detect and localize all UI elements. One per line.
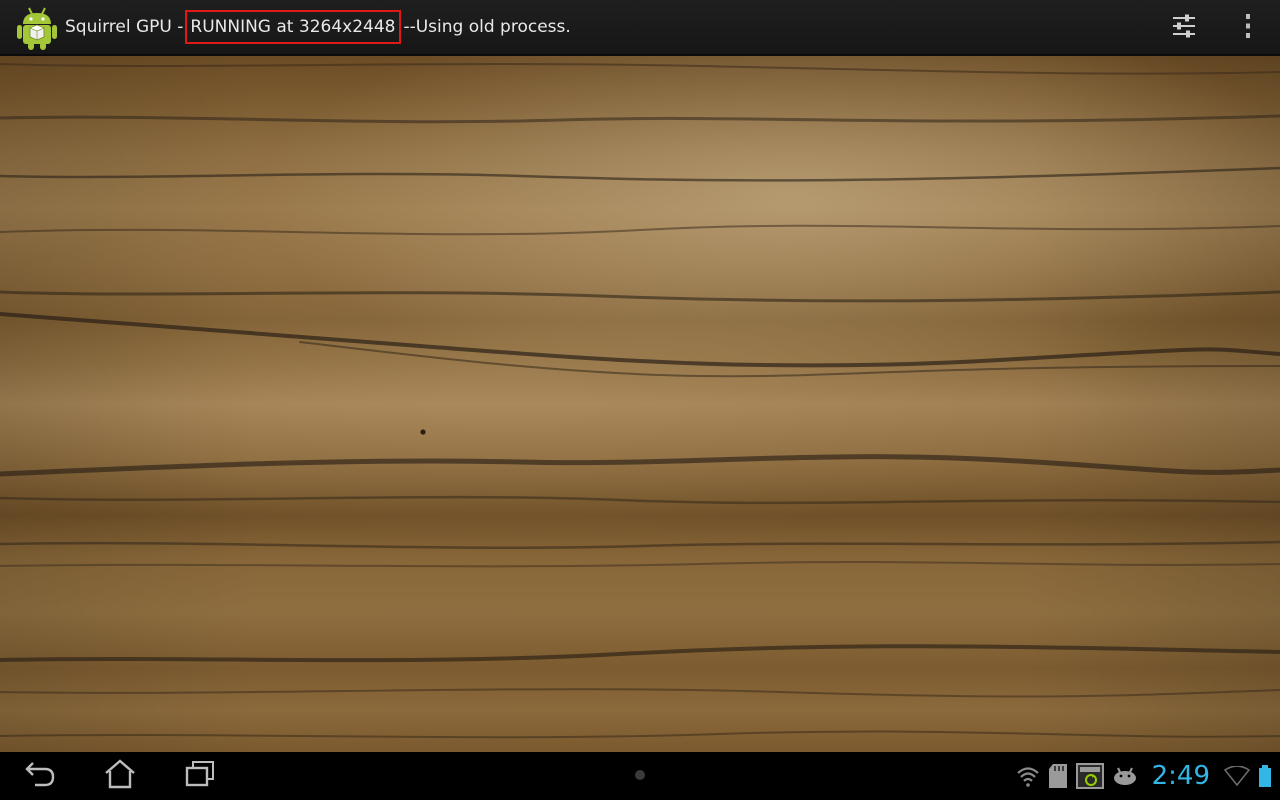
wifi-icon	[1224, 766, 1250, 786]
camera-preview[interactable]	[0, 56, 1280, 752]
recent-apps-icon	[183, 759, 217, 793]
settings-button[interactable]	[1152, 0, 1216, 56]
wood-grain	[0, 63, 1280, 739]
action-bar: Squirrel GPU - RUNNING at 3264x2448 --Us…	[0, 0, 1280, 56]
menu-dot[interactable]	[635, 770, 645, 780]
overflow-menu-icon	[1244, 13, 1252, 43]
wifi-question-icon	[1016, 765, 1040, 787]
sd-card-icon	[1048, 763, 1068, 789]
android-app-icon[interactable]	[17, 4, 57, 50]
status-area[interactable]: 2:49	[1016, 752, 1272, 800]
screenshot-icon	[1075, 763, 1104, 789]
clock: 2:49	[1151, 761, 1210, 791]
home-icon	[103, 759, 137, 793]
overflow-menu-button[interactable]	[1216, 0, 1280, 56]
running-status: RUNNING at 3264x2448	[185, 10, 402, 44]
back-icon	[23, 759, 57, 793]
battery-icon	[1258, 764, 1272, 788]
android-debug-icon	[1112, 766, 1138, 786]
title-prefix: Squirrel GPU -	[65, 17, 184, 37]
settings-sliders-icon	[1171, 13, 1197, 43]
action-bar-actions	[1152, 0, 1280, 56]
title-suffix: --Using old process.	[403, 17, 571, 37]
recent-apps-button[interactable]	[168, 752, 232, 800]
window-title: Squirrel GPU - RUNNING at 3264x2448 --Us…	[65, 10, 571, 44]
screen: Squirrel GPU - RUNNING at 3264x2448 --Us…	[0, 0, 1280, 800]
home-button[interactable]	[88, 752, 152, 800]
back-button[interactable]	[8, 752, 72, 800]
